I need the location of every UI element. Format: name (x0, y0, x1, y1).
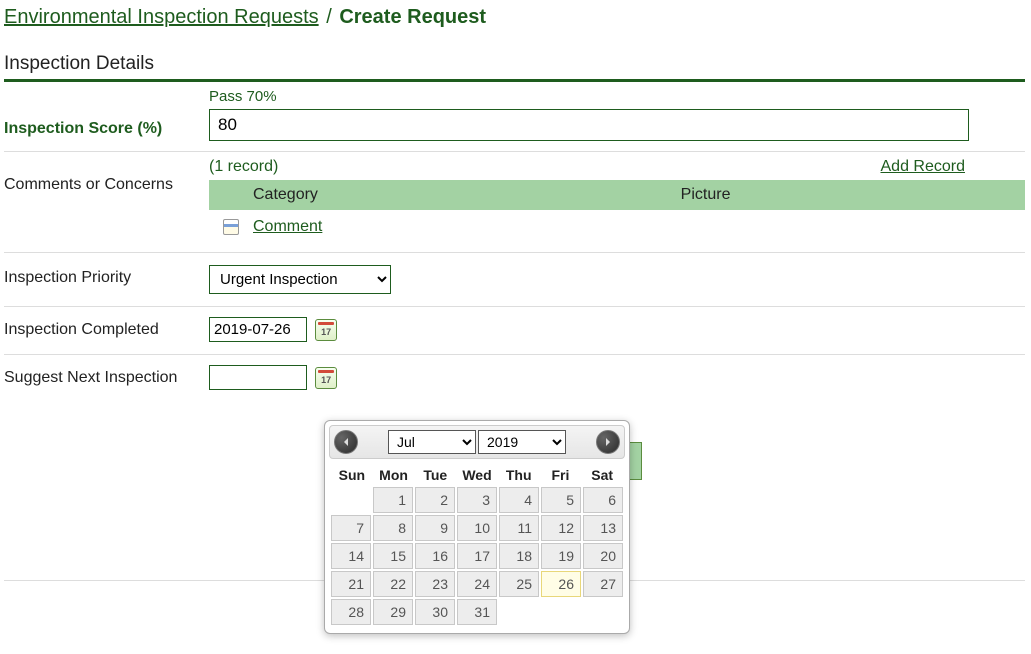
row-priority: Inspection Priority Urgent Inspection (4, 253, 1025, 307)
priority-select[interactable]: Urgent Inspection (209, 265, 391, 294)
datepicker-day-cell[interactable]: 15 (373, 543, 413, 569)
inspection-score-input[interactable] (209, 109, 969, 141)
add-record-link[interactable]: Add Record (881, 158, 966, 176)
datepicker-day-cell[interactable]: 6 (583, 487, 623, 513)
datepicker-day-cell[interactable]: 17 (457, 543, 497, 569)
datepicker-day-cell[interactable]: 26 (541, 571, 581, 597)
chevron-left-icon (341, 437, 351, 447)
datepicker-day-cell[interactable]: 13 (583, 515, 623, 541)
datepicker-day-cell[interactable]: 5 (541, 487, 581, 513)
datepicker-day-cell[interactable]: 9 (415, 515, 455, 541)
datepicker-day-cell[interactable]: 4 (499, 487, 539, 513)
datepicker-blank-cell (331, 487, 371, 513)
calendar-icon[interactable]: 17 (315, 367, 337, 389)
calendar-icon[interactable]: 17 (315, 319, 337, 341)
datepicker-dow-label: Tue (414, 467, 456, 483)
datepicker-day-cell[interactable]: 31 (457, 599, 497, 625)
datepicker-dow-label: Thu (498, 467, 540, 483)
col-header-category: Category (209, 186, 601, 204)
datepicker-day-cell[interactable]: 2 (415, 487, 455, 513)
label-priority: Inspection Priority (4, 265, 209, 287)
grid-icon[interactable] (223, 219, 239, 235)
datepicker-day-grid: 1234567891011121314151617181920212223242… (329, 487, 625, 629)
table-row: Comment (209, 210, 1025, 238)
datepicker-day-cell[interactable]: 11 (499, 515, 539, 541)
label-comments: Comments or Concerns (4, 158, 209, 194)
datepicker-day-cell[interactable]: 3 (457, 487, 497, 513)
row-comments: Comments or Concerns (1 record) Add Reco… (4, 152, 1025, 253)
datepicker-day-cell[interactable]: 30 (415, 599, 455, 625)
datepicker-day-cell[interactable]: 8 (373, 515, 413, 541)
datepicker-day-cell[interactable]: 24 (457, 571, 497, 597)
breadcrumb-current: Create Request (339, 6, 486, 28)
label-next: Suggest Next Inspection (4, 365, 209, 387)
datepicker-dow-label: Fri (540, 467, 582, 483)
datepicker-day-cell[interactable]: 25 (499, 571, 539, 597)
datepicker-day-cell[interactable]: 7 (331, 515, 371, 541)
datepicker-day-cell[interactable]: 21 (331, 571, 371, 597)
datepicker-dayofweek-row: SunMonTueWedThuFriSat (329, 459, 625, 487)
datepicker-dow-label: Sun (331, 467, 373, 483)
row-completed: Inspection Completed 17 (4, 307, 1025, 355)
row-next: Suggest Next Inspection 17 (4, 355, 1025, 400)
datepicker-popup: Jul 2019 SunMonTueWedThuFriSat 123456789… (324, 420, 630, 634)
label-completed: Inspection Completed (4, 317, 209, 339)
section-heading-inspection-details: Inspection Details (4, 53, 1025, 82)
col-header-picture: Picture (601, 186, 1025, 204)
datepicker-day-cell[interactable]: 14 (331, 543, 371, 569)
datepicker-next-button[interactable] (596, 430, 620, 454)
datepicker-header: Jul 2019 (329, 425, 625, 459)
hint-pass-threshold: Pass 70% (209, 88, 1025, 105)
datepicker-day-cell[interactable]: 29 (373, 599, 413, 625)
next-date-input[interactable] (209, 365, 307, 390)
datepicker-dow-label: Mon (373, 467, 415, 483)
comment-link[interactable]: Comment (253, 218, 322, 236)
label-inspection-score: Inspection Score (%) (4, 88, 209, 138)
breadcrumb-parent-link[interactable]: Environmental Inspection Requests (4, 6, 319, 28)
completed-date-input[interactable] (209, 317, 307, 342)
row-inspection-score: Inspection Score (%) Pass 70% (4, 82, 1025, 152)
breadcrumb: Environmental Inspection Requests / Crea… (4, 4, 1025, 41)
datepicker-day-cell[interactable]: 28 (331, 599, 371, 625)
datepicker-day-cell[interactable]: 10 (457, 515, 497, 541)
chevron-right-icon (603, 437, 613, 447)
datepicker-prev-button[interactable] (334, 430, 358, 454)
datepicker-day-cell[interactable]: 22 (373, 571, 413, 597)
breadcrumb-separator: / (324, 6, 334, 28)
datepicker-month-select[interactable]: Jul (388, 430, 476, 454)
datepicker-day-cell[interactable]: 1 (373, 487, 413, 513)
datepicker-day-cell[interactable]: 20 (583, 543, 623, 569)
comments-table-header: Category Picture (209, 180, 1025, 210)
datepicker-day-cell[interactable]: 12 (541, 515, 581, 541)
datepicker-dow-label: Sat (581, 467, 623, 483)
record-count: (1 record) (209, 158, 278, 176)
datepicker-dow-label: Wed (456, 467, 498, 483)
datepicker-day-cell[interactable]: 23 (415, 571, 455, 597)
datepicker-day-cell[interactable]: 18 (499, 543, 539, 569)
datepicker-day-cell[interactable]: 19 (541, 543, 581, 569)
datepicker-day-cell[interactable]: 27 (583, 571, 623, 597)
datepicker-day-cell[interactable]: 16 (415, 543, 455, 569)
datepicker-year-select[interactable]: 2019 (478, 430, 566, 454)
